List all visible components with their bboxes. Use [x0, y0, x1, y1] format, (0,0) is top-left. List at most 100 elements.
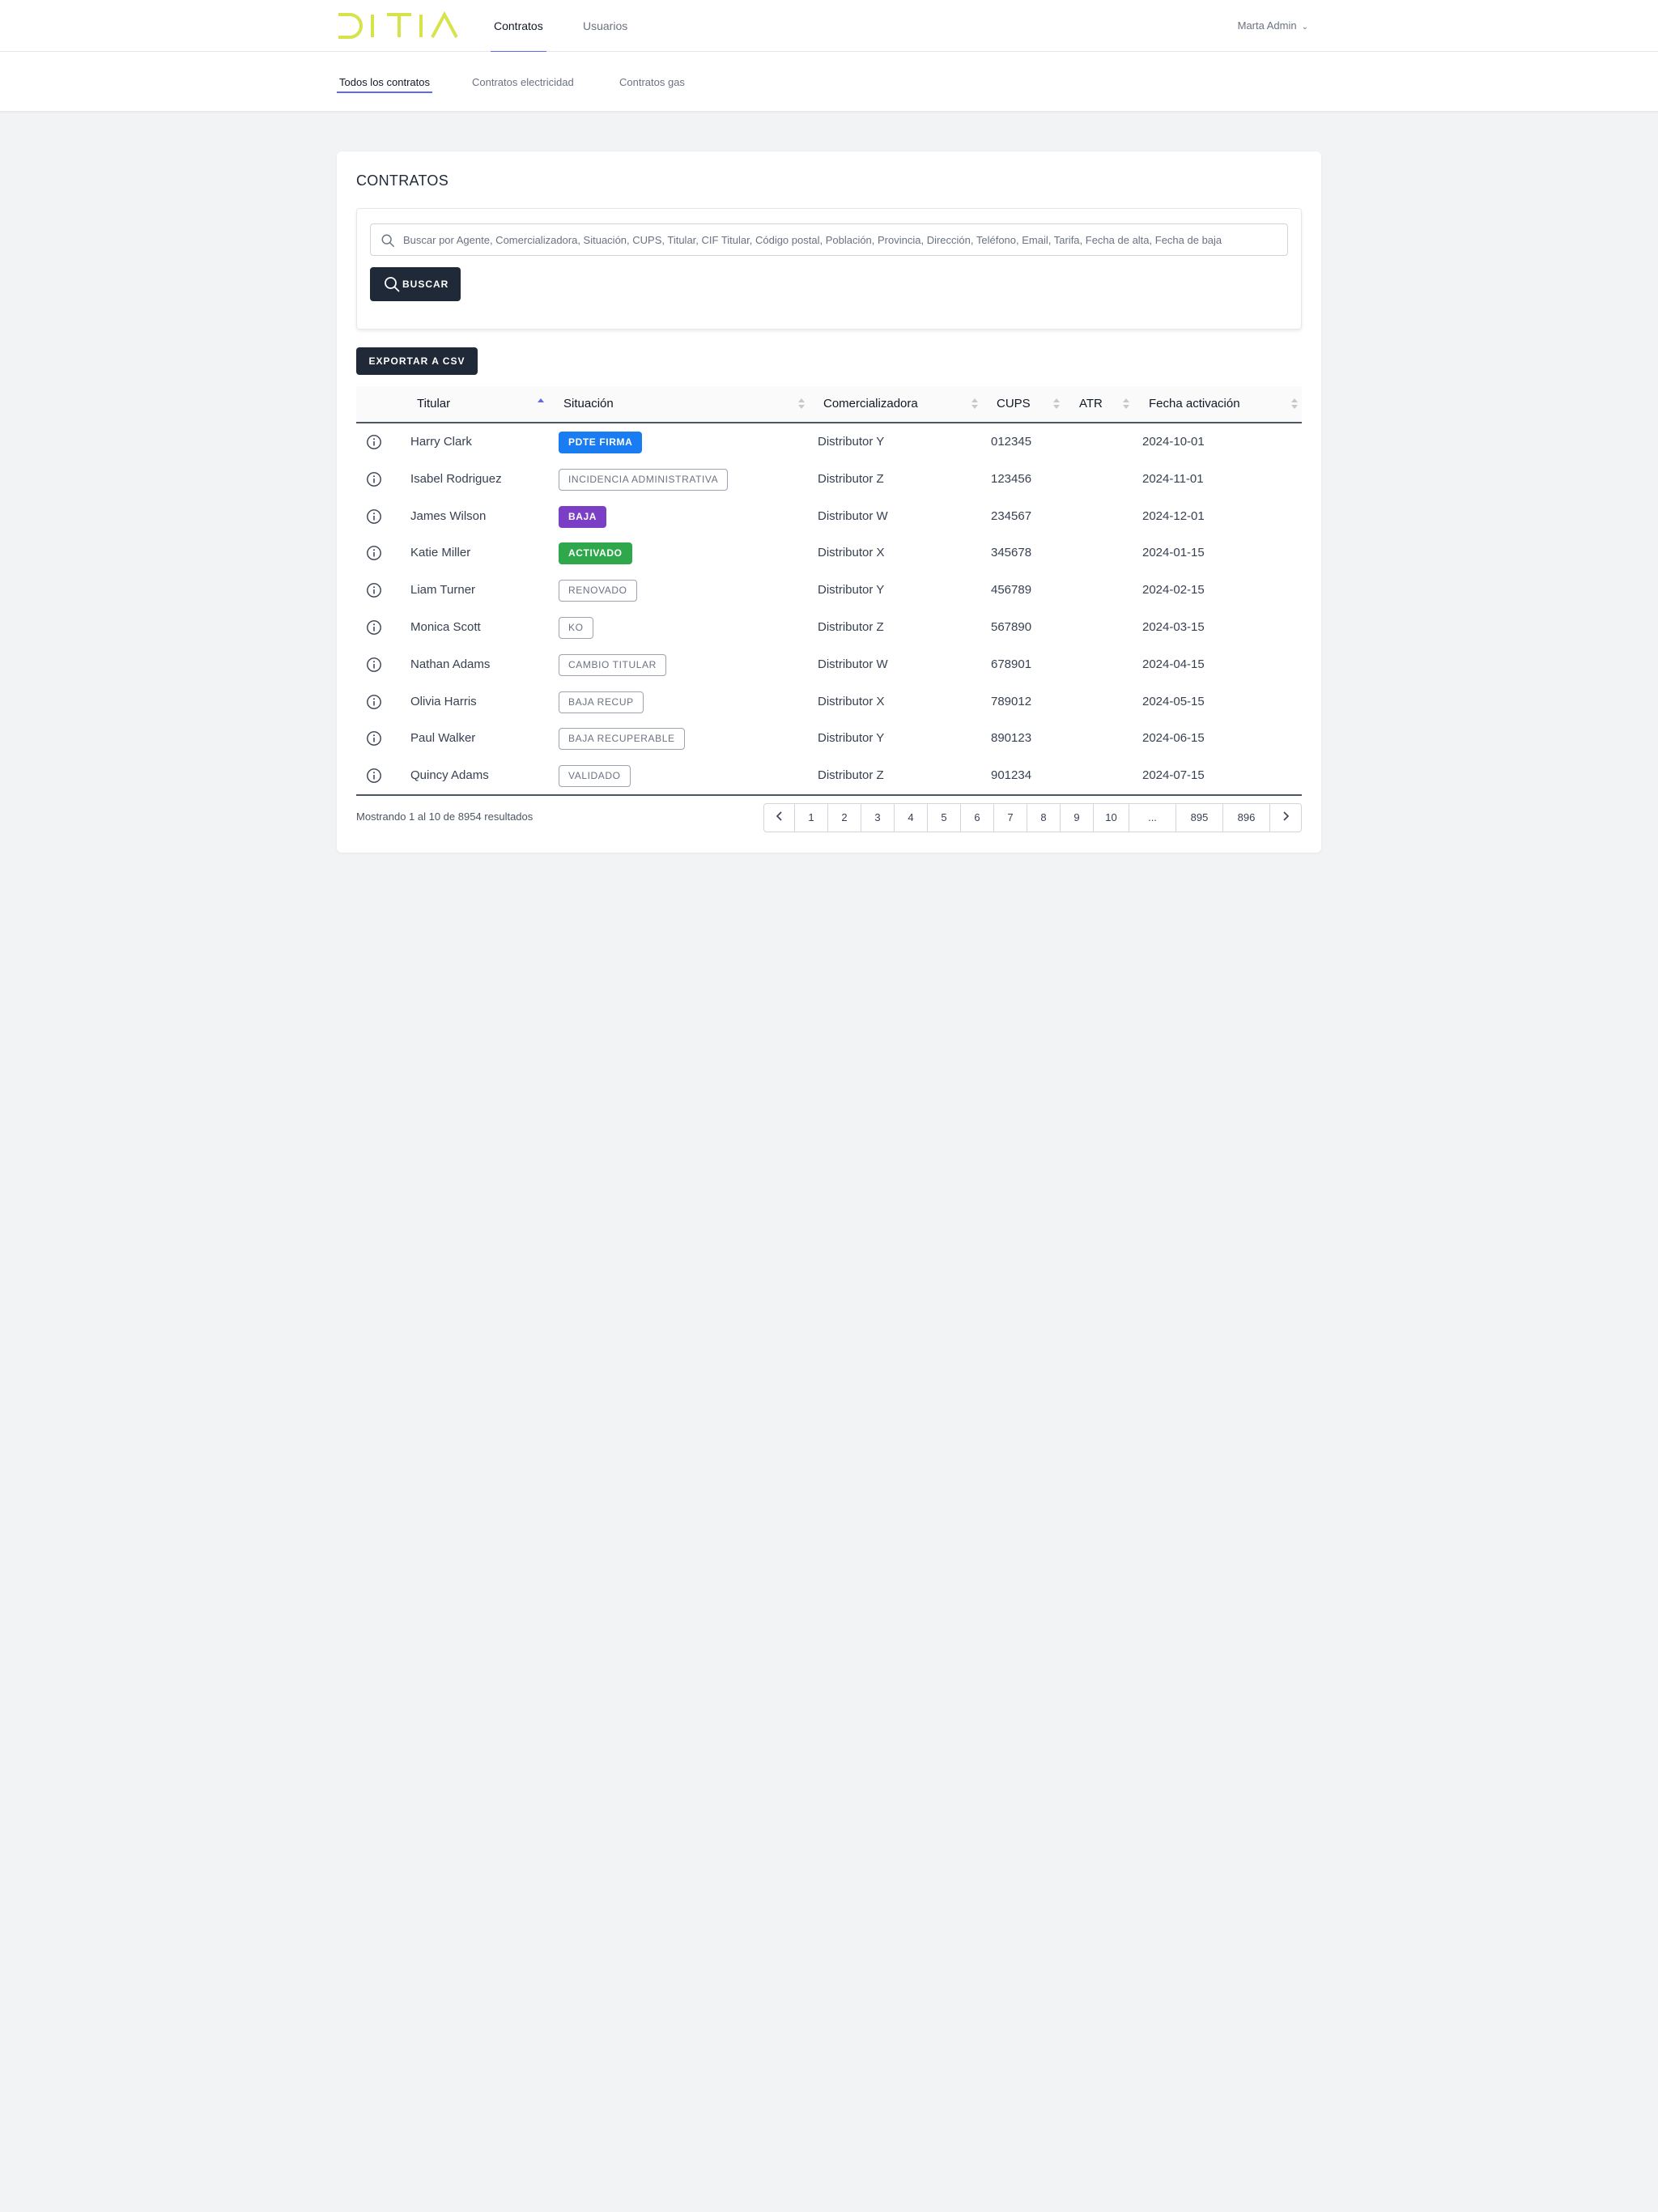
cell-cups: 789012 — [991, 694, 1032, 708]
column-header-titular[interactable]: Titular — [417, 386, 450, 422]
pagination-page[interactable]: 7 — [994, 804, 1027, 832]
info-icon[interactable] — [366, 619, 382, 636]
pagination-page[interactable]: 10 — [1094, 804, 1129, 832]
cell-cups: 678901 — [991, 657, 1032, 671]
cell-titular: Liam Turner — [410, 583, 476, 598]
cell-titular: James Wilson — [410, 508, 487, 523]
nav-tab-usuarios[interactable]: Usuarios — [580, 0, 631, 52]
subtab-label: Contratos gas — [619, 76, 685, 88]
info-icon[interactable] — [366, 768, 382, 784]
column-header-label: CUPS — [997, 397, 1031, 410]
cell-comercializadora: Distributor Z — [818, 768, 884, 783]
ditia-logo[interactable] — [337, 11, 458, 40]
cell-cups: 234567 — [991, 508, 1032, 523]
table-row[interactable]: Harry Clark PDTE FIRMA Distributor Y 012345… — [356, 423, 1302, 461]
info-icon[interactable] — [366, 694, 382, 710]
sort-icon[interactable] — [1291, 398, 1298, 410]
pagination-page[interactable]: 3 — [861, 804, 895, 832]
pagination-page[interactable]: 9 — [1061, 804, 1094, 832]
info-icon[interactable] — [366, 730, 382, 747]
status-badge: BAJA — [559, 505, 607, 528]
pagination-page[interactable]: 2 — [828, 804, 861, 832]
nav-tab-label: Contratos — [494, 19, 543, 32]
info-icon[interactable] — [366, 582, 382, 598]
column-header-situacion[interactable]: Situación — [563, 386, 614, 422]
search-button[interactable]: BUSCAR — [370, 267, 461, 301]
pagination: 1 2 3 4 5 6 7 8 9 10... 895 896 — [763, 803, 1302, 832]
table-row[interactable]: Isabel Rodriguez INCIDENCIA ADMINISTRATIV… — [356, 461, 1302, 498]
info-icon[interactable] — [366, 471, 382, 487]
table-row[interactable]: Olivia Harris BAJA RECUP Distributor X 7890… — [356, 683, 1302, 721]
cell-fecha-activacion: 2024-05-15 — [1142, 694, 1205, 708]
top-navbar: Contratos Usuarios Marta Admin ⌄ — [0, 0, 1658, 53]
results-summary: Mostrando 1 al 10 de 8954 resultados — [356, 810, 534, 823]
cell-cups: 456789 — [991, 583, 1032, 598]
info-icon[interactable] — [366, 508, 382, 525]
pagination-page[interactable]: 8 — [1027, 804, 1061, 832]
cell-fecha-activacion: 2024-10-01 — [1142, 435, 1205, 449]
column-header-atr[interactable]: ATR — [1079, 386, 1103, 422]
status-badge: KO — [559, 616, 593, 639]
sort-icon[interactable] — [1053, 398, 1060, 410]
column-header-label: Situación — [563, 397, 614, 410]
column-header-comercializadora[interactable]: Comercializadora — [823, 386, 918, 422]
cell-cups: 567890 — [991, 619, 1032, 634]
cell-fecha-activacion: 2024-06-15 — [1142, 731, 1205, 746]
chevron-down-icon: ⌄ — [1301, 23, 1308, 32]
table-header: Titular Situación Comercializadora CUPS … — [356, 386, 1302, 423]
table-row[interactable]: Nathan Adams CAMBIO TITULAR Distributor W 6… — [356, 646, 1302, 683]
pagination-page[interactable]: 6 — [961, 804, 994, 832]
sort-icon[interactable] — [971, 398, 978, 410]
table-row[interactable]: Monica Scott KO Distributor Z 567890 2024-03… — [356, 609, 1302, 646]
nav-tab-label: Usuarios — [583, 19, 628, 32]
search-box[interactable] — [370, 223, 1288, 256]
user-menu[interactable]: Marta Admin ⌄ — [1238, 0, 1308, 52]
table-row[interactable]: James Wilson BAJA Distributor W 234567 2024-… — [356, 498, 1302, 535]
cell-fecha-activacion: 2024-07-15 — [1142, 768, 1205, 783]
sort-ascending-icon[interactable] — [538, 398, 544, 410]
info-icon[interactable] — [366, 657, 382, 673]
pagination-next[interactable] — [1270, 804, 1301, 832]
export-csv-button[interactable]: EXPORTAR A CSV — [356, 347, 478, 375]
table-row[interactable]: Paul Walker BAJA RECUPERABLE Distributor Y… — [356, 720, 1302, 757]
nav-tab-contratos[interactable]: Contratos — [491, 0, 546, 53]
subtab-contratos-electricidad[interactable]: Contratos electricidad — [470, 76, 576, 91]
cell-fecha-activacion: 2024-02-15 — [1142, 583, 1205, 598]
search-button-label: BUSCAR — [402, 279, 449, 290]
cell-titular: Quincy Adams — [410, 768, 489, 783]
subtab-contratos-gas[interactable]: Contratos gas — [617, 76, 687, 91]
info-icon[interactable] — [366, 434, 382, 450]
sort-icon[interactable] — [798, 398, 805, 410]
pagination-page[interactable]: 5 — [928, 804, 961, 832]
pagination-page[interactable]: 896 — [1223, 804, 1270, 832]
export-button-label: EXPORTAR A CSV — [368, 355, 466, 367]
status-badge: VALIDADO — [559, 765, 631, 788]
cell-fecha-activacion: 2024-03-15 — [1142, 619, 1205, 634]
contracts-card: CONTRATOS BUSCAR EXPORTAR A CSV Titular — [337, 151, 1321, 853]
pagination-ellipsis: ... — [1129, 804, 1176, 832]
pagination-page[interactable]: 4 — [895, 804, 928, 832]
cell-comercializadora: Distributor X — [818, 546, 885, 560]
column-header-fecha-activacion[interactable]: Fecha activación — [1149, 386, 1240, 422]
page-title: CONTRATOS — [356, 172, 449, 189]
cell-fecha-activacion: 2024-11-01 — [1142, 471, 1204, 486]
column-header-cups[interactable]: CUPS — [997, 386, 1031, 422]
user-name: Marta Admin — [1237, 19, 1297, 32]
table-row[interactable]: Quincy Adams VALIDADO Distributor Z 901234 2… — [356, 757, 1302, 794]
table-row[interactable]: Liam Turner RENOVADO Distributor Y 456789 20… — [356, 572, 1302, 609]
sort-icon[interactable] — [1123, 398, 1129, 410]
cell-comercializadora: Distributor Y — [818, 583, 885, 598]
cell-comercializadora: Distributor X — [818, 694, 885, 708]
subtab-label: Todos los contratos — [339, 76, 431, 88]
search-input[interactable] — [403, 224, 1284, 255]
table-row[interactable]: Katie Miller ACTIVADO Distributor X 345678 2… — [356, 534, 1302, 572]
subtab-todos-contratos[interactable]: Todos los contratos — [337, 76, 433, 93]
info-icon[interactable] — [366, 545, 382, 561]
cell-titular: Isabel Rodriguez — [410, 471, 502, 486]
pagination-page[interactable]: 895 — [1176, 804, 1223, 832]
column-header-label: Titular — [417, 397, 451, 410]
pagination-prev[interactable] — [764, 804, 795, 832]
pagination-page[interactable]: 1 — [795, 804, 828, 832]
cell-comercializadora: Distributor Y — [818, 731, 885, 746]
contracts-table: Titular Situación Comercializadora CUPS … — [356, 386, 1302, 796]
